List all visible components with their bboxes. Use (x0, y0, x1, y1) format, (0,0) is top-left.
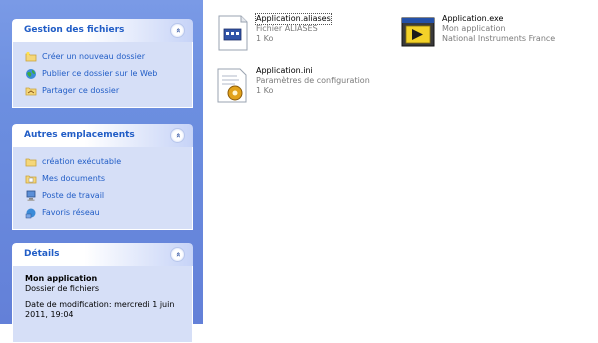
task-new-folder[interactable]: Créer un nouveau dossier (25, 48, 192, 65)
folder-icon (25, 158, 37, 166)
new-folder-icon (25, 51, 37, 61)
file-type: Fichier ALIASES (256, 24, 318, 33)
file-name: Application.ini (256, 66, 313, 75)
details-item-type: Dossier de fichiers (25, 284, 100, 293)
labview-exe-icon (401, 17, 435, 47)
task-share-folder-label: Partager ce dossier (42, 86, 120, 95)
place-creation-executable-label: création exécutable (42, 157, 122, 166)
file-company: National Instruments France (442, 34, 556, 43)
other-places-body: création exécutable Mes documents Poste … (12, 147, 193, 230)
details-title: Détails (24, 249, 60, 259)
share-folder-icon (25, 87, 37, 95)
file-application-aliases[interactable]: Application.aliases Fichier ALIASES 1 Ko (213, 13, 363, 58)
task-pane: Gestion des fichiers « Créer un nouveau … (0, 0, 203, 343)
task-publish-web[interactable]: Publier ce dossier sur le Web (25, 65, 192, 82)
file-tasks-header[interactable]: Gestion des fichiers « (12, 19, 193, 42)
globe-icon (26, 68, 36, 79)
details-item-name: Mon application (25, 274, 98, 283)
my-documents-icon (25, 175, 37, 183)
file-type: Paramètres de configuration (256, 76, 370, 85)
file-application-aliases-text: Application.aliases Fichier ALIASES 1 Ko (255, 13, 332, 44)
place-my-documents[interactable]: Mes documents (25, 170, 192, 187)
file-type: Mon application (442, 24, 506, 33)
file-name: Application.exe (442, 14, 504, 23)
place-network-favorites-label: Favoris réseau (42, 208, 100, 217)
aliases-file-icon (218, 15, 248, 51)
collapse-file-tasks-button[interactable]: « (170, 23, 185, 38)
details-modified-date-cont: 2011, 19:04 (25, 310, 74, 319)
collapse-details-button[interactable]: « (170, 247, 185, 262)
details-panel: Détails « Mon application Dossier de fic… (12, 243, 193, 343)
collapse-other-places-button[interactable]: « (170, 128, 185, 143)
place-my-computer[interactable]: Poste de travail (25, 187, 192, 204)
other-places-header[interactable]: Autres emplacements « (12, 124, 193, 147)
place-my-documents-label: Mes documents (42, 174, 106, 183)
place-my-computer-label: Poste de travail (42, 191, 105, 200)
task-share-folder[interactable]: Partager ce dossier (25, 82, 192, 99)
file-name: Application.aliases (255, 13, 332, 25)
file-tasks-body: Créer un nouveau dossier Publier ce doss… (12, 42, 193, 108)
task-new-folder-label: Créer un nouveau dossier (42, 52, 146, 61)
file-size: 1 Ko (256, 34, 274, 43)
file-tasks-panel: Gestion des fichiers « Créer un nouveau … (12, 19, 193, 108)
file-application-ini[interactable]: Application.ini Paramètres de configurat… (213, 66, 383, 110)
details-body: Mon application Dossier de fichiers Date… (12, 266, 193, 343)
file-application-exe[interactable]: Application.exe Mon application National… (399, 14, 589, 58)
file-size: 1 Ko (256, 86, 274, 95)
ini-config-icon (217, 68, 247, 103)
other-places-panel: Autres emplacements « création exécutabl… (12, 124, 193, 230)
file-application-exe-text: Application.exe Mon application National… (442, 14, 555, 44)
task-publish-web-label: Publier ce dossier sur le Web (42, 69, 158, 78)
details-header[interactable]: Détails « (12, 243, 193, 266)
place-creation-executable[interactable]: création exécutable (25, 153, 192, 170)
place-network-favorites[interactable]: Favoris réseau (25, 204, 192, 221)
details-modified-date: Date de modification: mercredi 1 juin (25, 300, 175, 309)
network-icon (25, 208, 36, 218)
file-tasks-title: Gestion des fichiers (24, 25, 125, 35)
computer-icon (26, 190, 36, 201)
file-application-ini-text: Application.ini Paramètres de configurat… (256, 66, 370, 96)
other-places-title: Autres emplacements (24, 130, 135, 140)
